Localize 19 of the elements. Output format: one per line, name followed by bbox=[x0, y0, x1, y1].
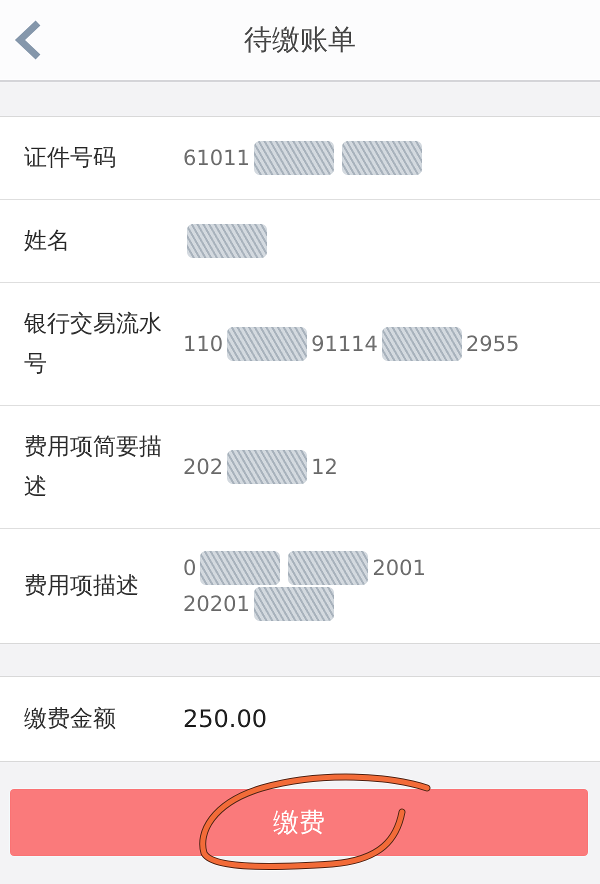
field-label: 费用项描述 bbox=[24, 572, 140, 601]
field-value: 110 bbox=[183, 332, 224, 356]
field-value: 2955 bbox=[466, 332, 520, 356]
field-value: 202 bbox=[183, 455, 224, 479]
field-value: 0 bbox=[183, 556, 196, 580]
field-value: 91114 bbox=[311, 332, 378, 356]
pay-button[interactable]: 缴费 bbox=[10, 789, 588, 856]
amount-value: 250.00 bbox=[183, 705, 267, 733]
chevron-left-icon bbox=[14, 19, 42, 61]
field-label: 姓名 bbox=[24, 227, 71, 256]
field-value: 12 bbox=[311, 455, 338, 479]
field-label: 费用项简要描述 bbox=[24, 433, 163, 502]
field-value: 2001 bbox=[372, 556, 426, 580]
field-label: 证件号码 bbox=[24, 144, 117, 173]
page-title: 待缴账单 bbox=[244, 22, 356, 58]
field-label: 缴费金额 bbox=[24, 705, 117, 734]
field-value: 20201 bbox=[183, 592, 250, 616]
field-value: 61011 bbox=[183, 146, 250, 170]
field-label: 银行交易流水号 bbox=[24, 310, 163, 379]
